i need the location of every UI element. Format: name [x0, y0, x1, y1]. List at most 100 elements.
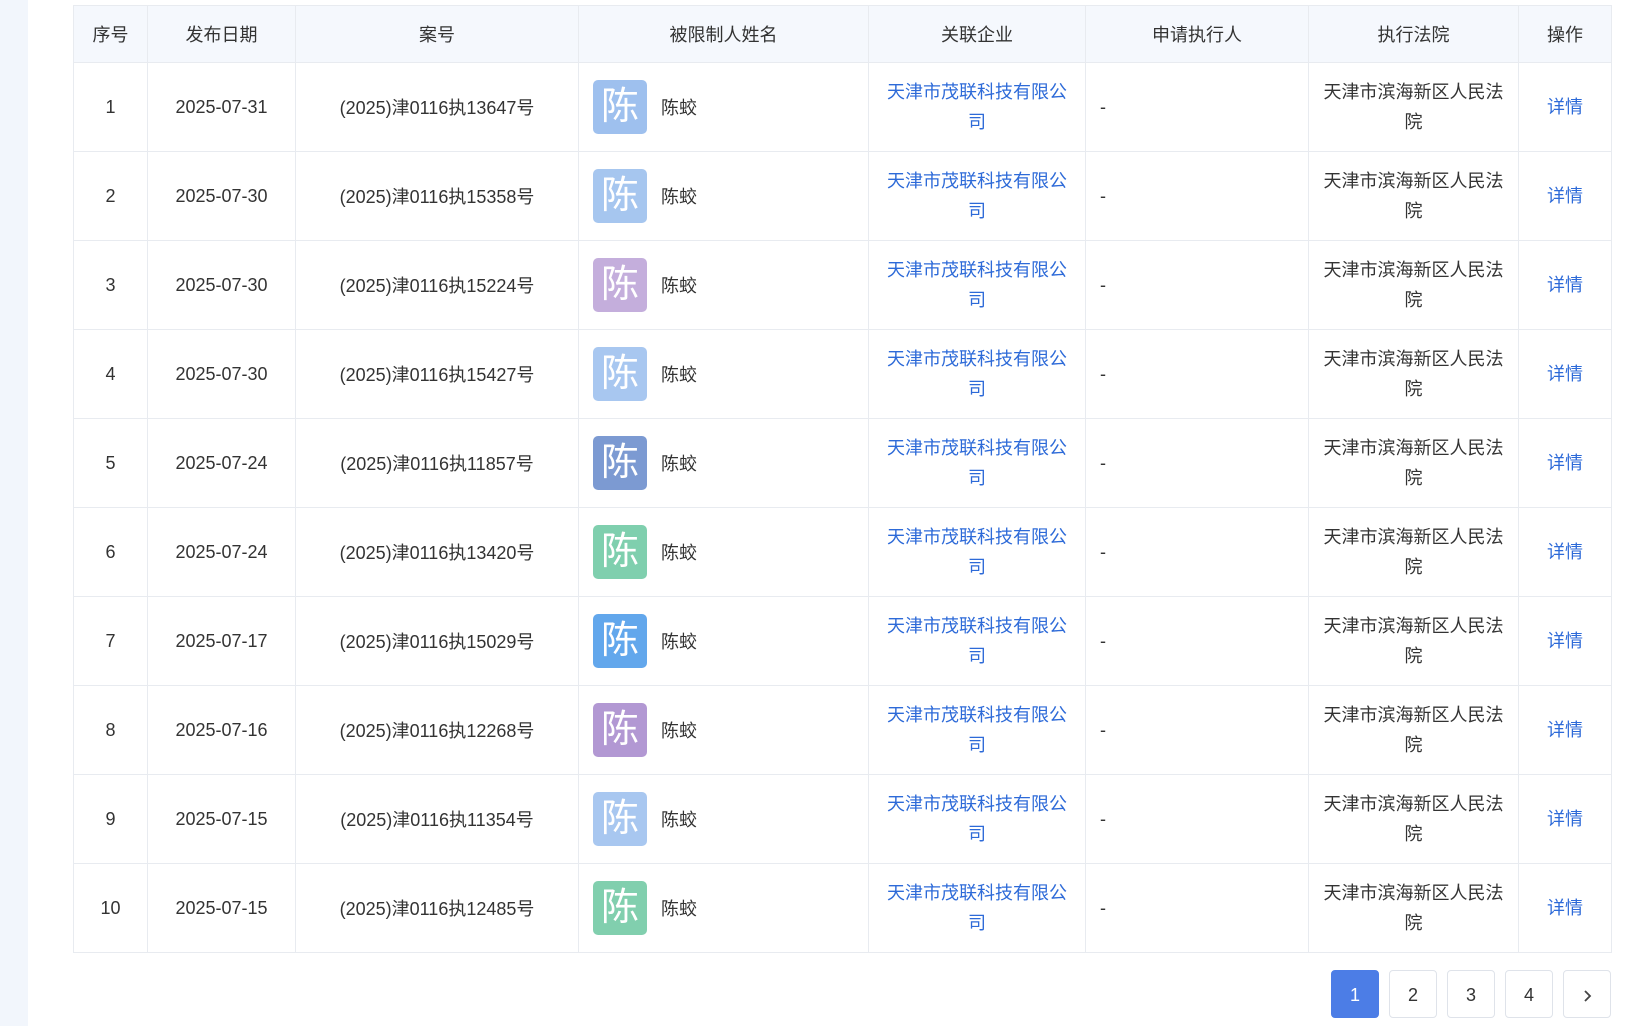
company-link[interactable]: 天津市茂联科技有限公司 [887, 527, 1067, 577]
detail-link[interactable]: 详情 [1547, 364, 1583, 384]
company-link[interactable]: 天津市茂联科技有限公司 [887, 438, 1067, 488]
company-link[interactable]: 天津市茂联科技有限公司 [887, 705, 1067, 755]
row-action-cell: 详情 [1518, 774, 1612, 864]
row-court: 天津市滨海新区人民法院 [1308, 418, 1519, 508]
person-name[interactable]: 陈蛟 [661, 94, 697, 120]
person-name[interactable]: 陈蛟 [661, 717, 697, 743]
company-link[interactable]: 天津市茂联科技有限公司 [887, 171, 1067, 221]
avatar: 陈 [593, 347, 647, 401]
person-name[interactable]: 陈蛟 [661, 361, 697, 387]
detail-link[interactable]: 详情 [1547, 275, 1583, 295]
detail-link[interactable]: 详情 [1547, 898, 1583, 918]
row-index: 4 [73, 329, 148, 419]
row-index: 2 [73, 151, 148, 241]
person-name[interactable]: 陈蛟 [661, 895, 697, 921]
row-applicant: - [1085, 329, 1309, 419]
person: 陈 陈蛟 [579, 258, 868, 312]
row-court: 天津市滨海新区人民法院 [1308, 329, 1519, 419]
person: 陈 陈蛟 [579, 169, 868, 223]
row-person-cell: 陈 陈蛟 [578, 418, 869, 508]
col-header-court: 执行法院 [1308, 5, 1519, 63]
row-case-no: (2025)津0116执11354号 [295, 774, 579, 864]
col-header-restricted-person: 被限制人姓名 [578, 5, 869, 63]
row-index: 6 [73, 507, 148, 597]
person: 陈 陈蛟 [579, 525, 868, 579]
row-action-cell: 详情 [1518, 62, 1612, 152]
page-2-button[interactable]: 2 [1389, 970, 1437, 1018]
person-name[interactable]: 陈蛟 [661, 628, 697, 654]
col-header-date: 发布日期 [147, 5, 296, 63]
col-header-index: 序号 [73, 5, 148, 63]
table-row: 3 2025-07-30 (2025)津0116执15224号 陈 陈蛟 天津市… [73, 240, 1612, 330]
next-page-button[interactable] [1563, 970, 1611, 1018]
company-link[interactable]: 天津市茂联科技有限公司 [887, 883, 1067, 933]
row-index: 7 [73, 596, 148, 686]
row-action-cell: 详情 [1518, 507, 1612, 597]
person-name[interactable]: 陈蛟 [661, 450, 697, 476]
row-date: 2025-07-30 [147, 240, 296, 330]
row-action-cell: 详情 [1518, 685, 1612, 775]
row-applicant: - [1085, 596, 1309, 686]
detail-link[interactable]: 详情 [1547, 542, 1583, 562]
row-company-cell: 天津市茂联科技有限公司 [868, 685, 1086, 775]
row-index: 10 [73, 863, 148, 953]
row-action-cell: 详情 [1518, 596, 1612, 686]
row-court: 天津市滨海新区人民法院 [1308, 774, 1519, 864]
row-person-cell: 陈 陈蛟 [578, 596, 869, 686]
row-company-cell: 天津市茂联科技有限公司 [868, 62, 1086, 152]
row-company-cell: 天津市茂联科技有限公司 [868, 863, 1086, 953]
company-link[interactable]: 天津市茂联科技有限公司 [887, 616, 1067, 666]
detail-link[interactable]: 详情 [1547, 186, 1583, 206]
person-name[interactable]: 陈蛟 [661, 539, 697, 565]
col-header-action: 操作 [1518, 5, 1612, 63]
page-3-button[interactable]: 3 [1447, 970, 1495, 1018]
row-date: 2025-07-31 [147, 62, 296, 152]
person-name[interactable]: 陈蛟 [661, 272, 697, 298]
row-applicant: - [1085, 774, 1309, 864]
person-name[interactable]: 陈蛟 [661, 806, 697, 832]
row-date: 2025-07-16 [147, 685, 296, 775]
row-date: 2025-07-24 [147, 418, 296, 508]
company-link[interactable]: 天津市茂联科技有限公司 [887, 82, 1067, 132]
person: 陈 陈蛟 [579, 347, 868, 401]
avatar: 陈 [593, 525, 647, 579]
person-name[interactable]: 陈蛟 [661, 183, 697, 209]
row-applicant: - [1085, 62, 1309, 152]
detail-link[interactable]: 详情 [1547, 631, 1583, 651]
row-person-cell: 陈 陈蛟 [578, 774, 869, 864]
avatar: 陈 [593, 792, 647, 846]
row-index: 9 [73, 774, 148, 864]
row-person-cell: 陈 陈蛟 [578, 240, 869, 330]
row-applicant: - [1085, 240, 1309, 330]
avatar: 陈 [593, 258, 647, 312]
pagination: 1234 [1331, 970, 1611, 1018]
page-4-button[interactable]: 4 [1505, 970, 1553, 1018]
page-1-button[interactable]: 1 [1331, 970, 1379, 1018]
detail-link[interactable]: 详情 [1547, 809, 1583, 829]
person: 陈 陈蛟 [579, 881, 868, 935]
row-company-cell: 天津市茂联科技有限公司 [868, 507, 1086, 597]
detail-link[interactable]: 详情 [1547, 720, 1583, 740]
row-person-cell: 陈 陈蛟 [578, 507, 869, 597]
row-company-cell: 天津市茂联科技有限公司 [868, 240, 1086, 330]
avatar: 陈 [593, 169, 647, 223]
row-index: 1 [73, 62, 148, 152]
company-link[interactable]: 天津市茂联科技有限公司 [887, 794, 1067, 844]
row-company-cell: 天津市茂联科技有限公司 [868, 774, 1086, 864]
company-link[interactable]: 天津市茂联科技有限公司 [887, 260, 1067, 310]
row-court: 天津市滨海新区人民法院 [1308, 507, 1519, 597]
detail-link[interactable]: 详情 [1547, 97, 1583, 117]
row-court: 天津市滨海新区人民法院 [1308, 863, 1519, 953]
row-company-cell: 天津市茂联科技有限公司 [868, 596, 1086, 686]
detail-link[interactable]: 详情 [1547, 453, 1583, 473]
company-link[interactable]: 天津市茂联科技有限公司 [887, 349, 1067, 399]
row-case-no: (2025)津0116执13647号 [295, 62, 579, 152]
avatar: 陈 [593, 80, 647, 134]
table-row: 10 2025-07-15 (2025)津0116执12485号 陈 陈蛟 天津… [73, 863, 1612, 953]
col-header-applicant: 申请执行人 [1085, 5, 1309, 63]
row-applicant: - [1085, 151, 1309, 241]
row-case-no: (2025)津0116执12485号 [295, 863, 579, 953]
table-row: 9 2025-07-15 (2025)津0116执11354号 陈 陈蛟 天津市… [73, 774, 1612, 864]
col-header-case-no: 案号 [295, 5, 579, 63]
row-case-no: (2025)津0116执11857号 [295, 418, 579, 508]
